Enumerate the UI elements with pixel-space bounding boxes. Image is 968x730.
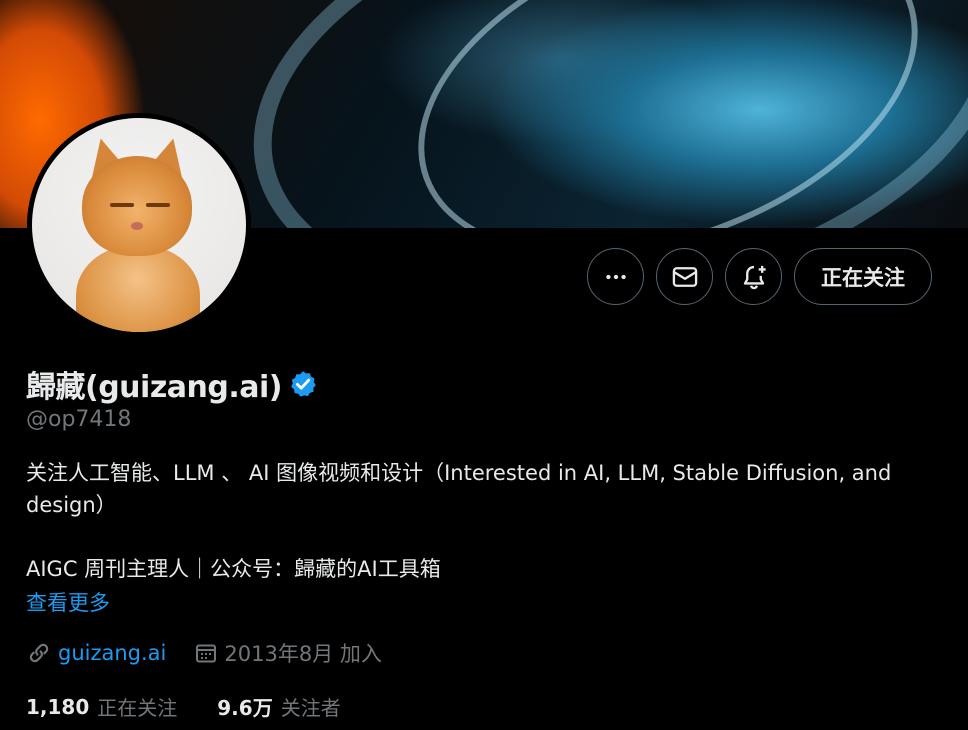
display-name: 歸藏(guizang.ai) <box>26 370 283 405</box>
avatar-image <box>32 118 246 332</box>
cat-nose <box>131 222 143 230</box>
bio-text: 关注人工智能、LLM 、 AI 图像视频和设计（Interested in AI… <box>26 461 892 517</box>
link-icon <box>29 643 49 663</box>
profile-actions: 正在关注 <box>587 248 932 305</box>
cat-body <box>76 246 200 332</box>
cat-head <box>82 156 192 256</box>
website-link[interactable]: guizang.ai <box>58 641 166 665</box>
avatar[interactable] <box>27 113 251 337</box>
more-icon <box>605 274 626 279</box>
joined-date: 2013年8月 加入 <box>224 642 382 666</box>
show-more-link[interactable]: 查看更多 <box>26 587 110 619</box>
followers-label[interactable]: 关注者 <box>281 692 341 721</box>
bio-text-line2: AIGC 周刊主理人｜公众号：歸藏的AI工具箱 <box>26 557 441 581</box>
calendar-icon <box>196 644 217 663</box>
message-button[interactable] <box>656 248 713 305</box>
notify-button[interactable] <box>725 248 782 305</box>
following-count[interactable]: 1,180 <box>26 695 89 719</box>
verified-badge-icon[interactable] <box>288 369 318 399</box>
followers-count[interactable]: 9.6万 <box>217 692 272 721</box>
bell-plus-icon <box>743 265 766 289</box>
more-button[interactable] <box>587 248 644 305</box>
follow-stats: 1,180 正在关注 9.6万 关注者 <box>26 692 341 721</box>
user-handle: @op7418 <box>26 407 132 432</box>
following-button[interactable]: 正在关注 <box>794 248 932 305</box>
cat-eye-right <box>146 203 170 207</box>
mail-icon <box>672 266 697 287</box>
following-label[interactable]: 正在关注 <box>97 692 177 721</box>
display-name-row: 歸藏(guizang.ai) <box>26 362 318 406</box>
cat-eye-left <box>110 203 134 207</box>
profile-meta: guizang.ai 2013年8月 加入 <box>26 638 382 668</box>
